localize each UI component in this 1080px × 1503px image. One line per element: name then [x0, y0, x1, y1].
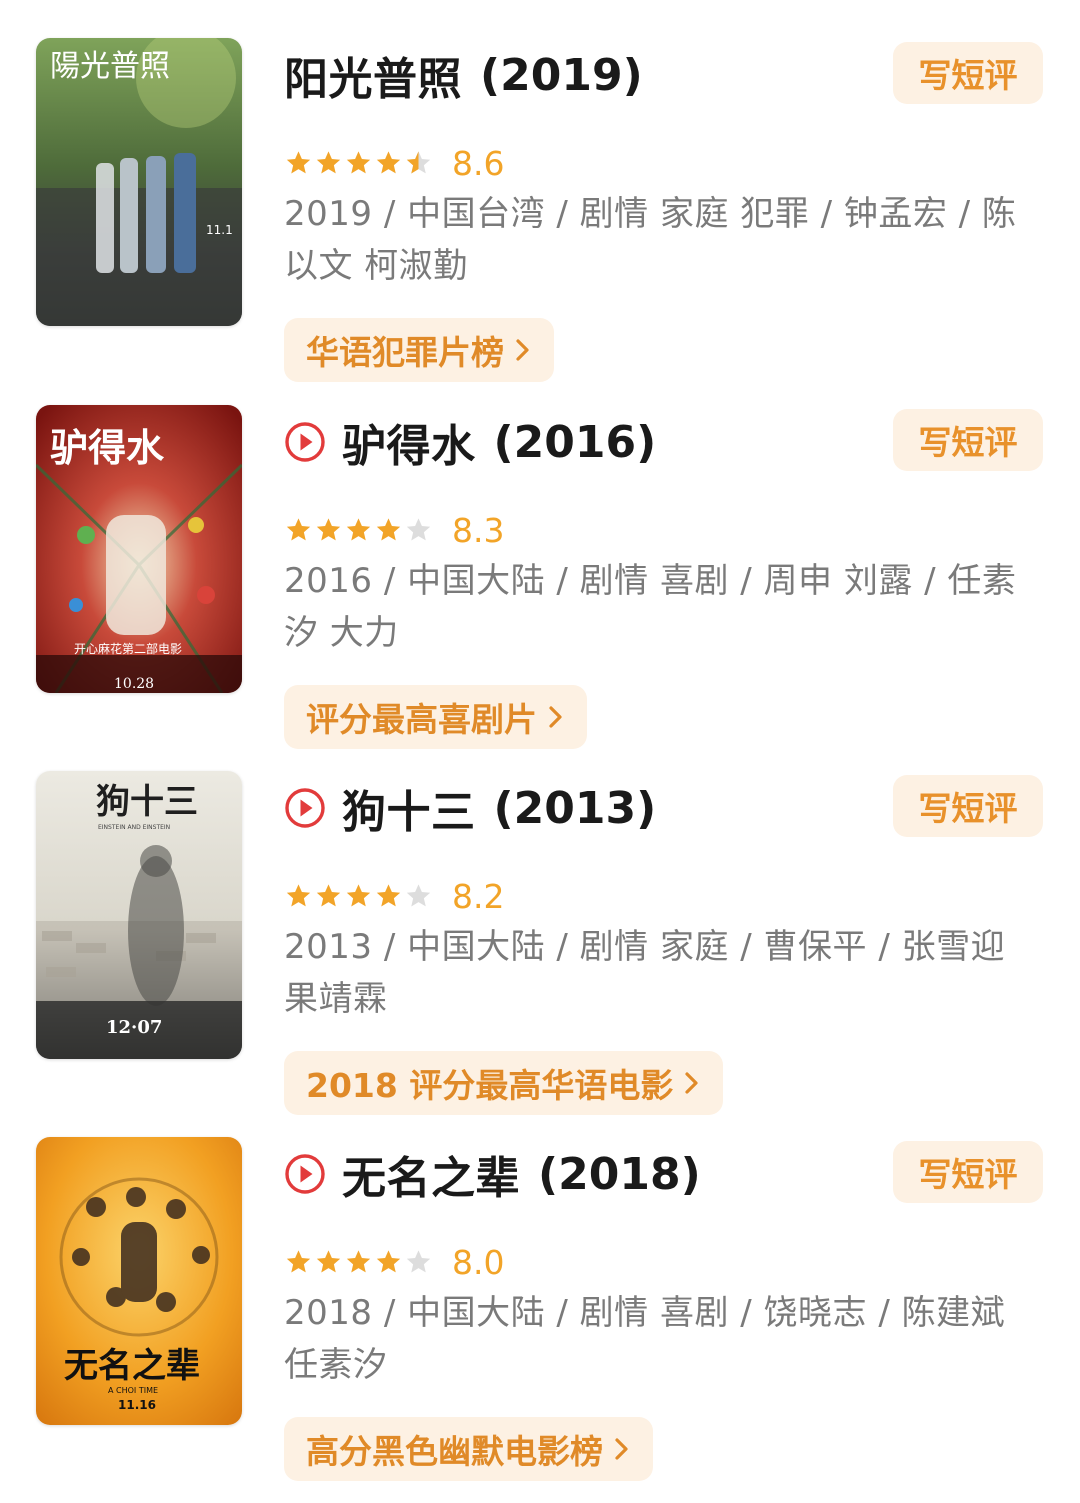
write-review-button[interactable]: 写短评	[893, 409, 1043, 471]
write-review-button[interactable]: 写短评	[893, 42, 1043, 104]
movie-poster[interactable]: 驴得水 开心麻花第二部电影 10.28	[36, 405, 242, 693]
poster-title-text: 无名之辈	[64, 1346, 200, 1386]
play-icon[interactable]	[284, 421, 326, 463]
star-rating	[284, 516, 434, 544]
movie-meta: 2013 / 中国大陆 / 剧情 家庭 / 曹保平 / 张雪迎 果靖霖	[284, 927, 1006, 1019]
star-full-icon	[374, 882, 403, 910]
star-full-icon	[344, 149, 373, 177]
poster-title-text: 陽光普照	[50, 49, 170, 84]
star-empty-icon	[404, 882, 433, 910]
star-empty-icon	[404, 1248, 433, 1276]
movie-poster[interactable]: 陽光普照 11.1	[36, 38, 242, 326]
star-half-icon	[404, 149, 433, 177]
ranking-tag-label: 评分最高喜剧片	[306, 700, 537, 739]
star-full-icon	[314, 149, 343, 177]
star-full-icon	[374, 516, 403, 544]
chevron-right-icon	[547, 704, 565, 730]
movie-card[interactable]: 陽光普照 11.1 阳光普照 (2019) 写短评 8.6 2019 / 中国台…	[0, 38, 1080, 404]
star-full-icon	[344, 1248, 373, 1276]
ranking-tag-button[interactable]: 评分最高喜剧片	[284, 685, 587, 749]
ranking-tag-button[interactable]: 2018 评分最高华语电影	[284, 1051, 724, 1115]
movie-year: (2018)	[538, 1148, 701, 1200]
star-full-icon	[284, 882, 313, 910]
poster-date-text: 10.28	[114, 676, 154, 692]
rating-score: 8.0	[452, 1242, 505, 1282]
movie-meta: 2019 / 中国台湾 / 剧情 家庭 犯罪 / 钟孟宏 / 陈以文 柯淑勤	[284, 194, 1017, 286]
star-full-icon	[284, 1248, 313, 1276]
ranking-tag-label: 华语犯罪片榜	[306, 333, 504, 372]
title-row: 狗十三 (2013)	[284, 775, 656, 841]
ranking-tag-button[interactable]: 高分黑色幽默电影榜	[284, 1417, 653, 1481]
movie-title[interactable]: 无名之辈	[342, 1142, 520, 1206]
star-full-icon	[284, 516, 313, 544]
movie-title[interactable]: 阳光普照	[284, 43, 462, 107]
movie-title[interactable]: 狗十三	[342, 776, 476, 840]
star-rating	[284, 149, 434, 177]
poster-subtitle-text: A CHOI TIME	[108, 1386, 158, 1395]
chevron-right-icon	[613, 1436, 631, 1462]
star-full-icon	[344, 516, 373, 544]
movie-poster[interactable]: 无名之辈 A CHOI TIME 11.16	[36, 1137, 242, 1425]
star-full-icon	[374, 149, 403, 177]
movie-card[interactable]: 无名之辈 A CHOI TIME 11.16 无名之辈 (2018) 写短评 8…	[0, 1137, 1080, 1503]
movie-card[interactable]: 狗十三 EINSTEIN AND EINSTEIN 12·07 狗十三 (201…	[0, 771, 1080, 1137]
ranking-tag-label: 2018 评分最高华语电影	[306, 1066, 674, 1105]
movie-list: 陽光普照 11.1 阳光普照 (2019) 写短评 8.6 2019 / 中国台…	[0, 0, 1080, 1481]
movie-year: (2019)	[480, 49, 643, 101]
star-full-icon	[374, 1248, 403, 1276]
rating-row: 8.0	[284, 1237, 504, 1287]
movie-meta: 2016 / 中国大陆 / 剧情 喜剧 / 周申 刘露 / 任素汐 大力	[284, 561, 1017, 653]
poster-subtitle-text: EINSTEIN AND EINSTEIN	[98, 824, 170, 831]
rating-score: 8.6	[452, 143, 505, 183]
star-full-icon	[314, 882, 343, 910]
poster-subtitle-text: 开心麻花第二部电影	[74, 641, 182, 656]
title-row: 驴得水 (2016)	[284, 409, 656, 475]
star-full-icon	[344, 882, 373, 910]
rating-score: 8.2	[452, 876, 505, 916]
star-full-icon	[314, 1248, 343, 1276]
rating-row: 8.6	[284, 138, 504, 188]
write-review-button[interactable]: 写短评	[893, 775, 1043, 837]
star-rating	[284, 882, 434, 910]
movie-meta: 2018 / 中国大陆 / 剧情 喜剧 / 饶晓志 / 陈建斌 任素汐	[284, 1293, 1006, 1385]
write-review-button[interactable]: 写短评	[893, 1141, 1043, 1203]
title-row: 无名之辈 (2018)	[284, 1141, 701, 1207]
poster-date-text: 11.1	[206, 223, 233, 237]
star-full-icon	[284, 149, 313, 177]
poster-title-text: 狗十三	[96, 782, 198, 822]
movie-title[interactable]: 驴得水	[342, 410, 476, 474]
chevron-right-icon	[514, 337, 532, 363]
star-full-icon	[314, 516, 343, 544]
chevron-right-icon	[683, 1070, 701, 1096]
star-empty-icon	[404, 516, 433, 544]
poster-date-text: 11.16	[118, 1398, 156, 1412]
title-row: 阳光普照 (2019)	[284, 42, 643, 108]
rating-row: 8.3	[284, 505, 504, 555]
poster-date-text: 12·07	[106, 1017, 162, 1038]
star-rating	[284, 1248, 434, 1276]
ranking-tag-button[interactable]: 华语犯罪片榜	[284, 318, 554, 382]
ranking-tag-label: 高分黑色幽默电影榜	[306, 1432, 603, 1471]
play-icon[interactable]	[284, 1153, 326, 1195]
movie-poster[interactable]: 狗十三 EINSTEIN AND EINSTEIN 12·07	[36, 771, 242, 1059]
poster-title-text: 驴得水	[50, 426, 165, 470]
movie-year: (2016)	[493, 416, 657, 468]
rating-score: 8.3	[452, 510, 505, 550]
movie-year: (2013)	[493, 782, 657, 834]
rating-row: 8.2	[284, 871, 504, 921]
play-icon[interactable]	[284, 787, 326, 829]
movie-card[interactable]: 驴得水 开心麻花第二部电影 10.28 驴得水 (2016) 写短评 8.3 2…	[0, 405, 1080, 771]
